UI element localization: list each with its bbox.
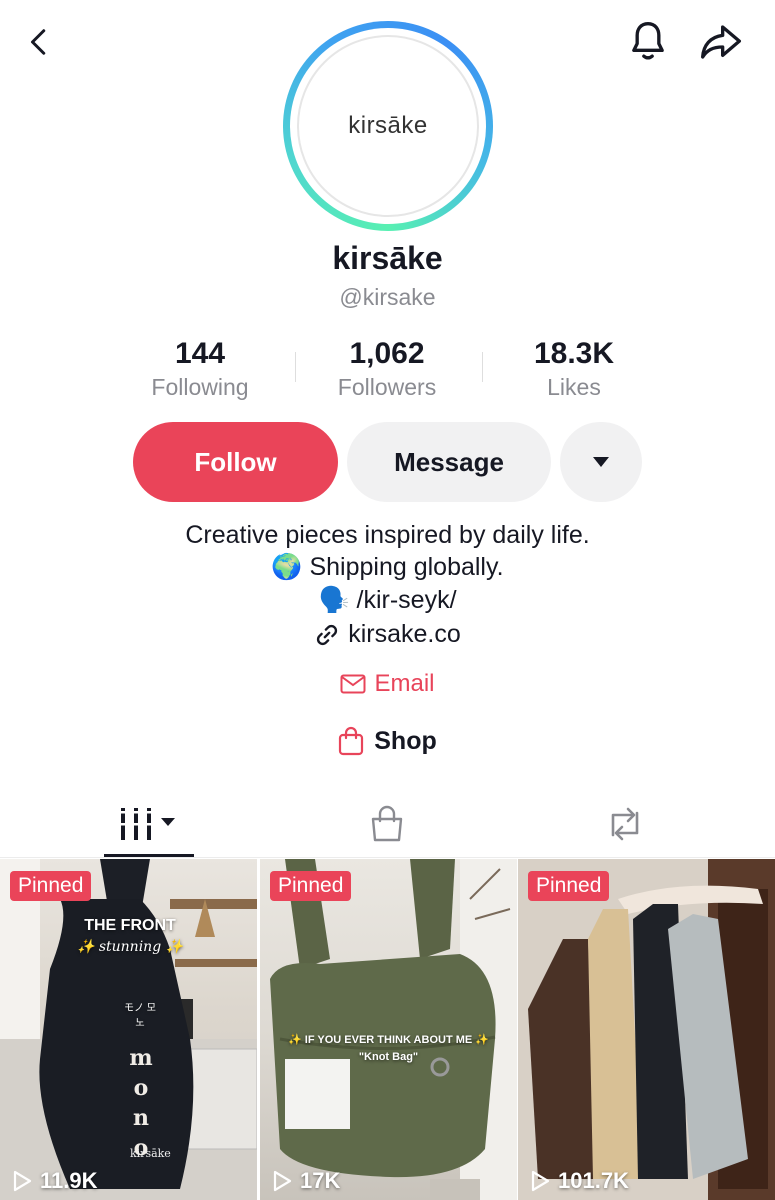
avatar-frame: kirsāke (290, 28, 486, 224)
display-name: kirsāke (332, 240, 443, 276)
follow-button[interactable]: Follow (133, 422, 338, 502)
shop-button[interactable]: Shop (0, 726, 775, 756)
stat-following[interactable]: 144 Following (110, 336, 290, 402)
view-count: 17K (272, 1168, 340, 1194)
shopping-bag-icon (371, 805, 403, 842)
likes-label: Likes (547, 374, 601, 400)
avatar: kirsāke (297, 35, 479, 217)
envelope-icon (340, 674, 366, 694)
video-caption: ✨ stunning ✨ (76, 939, 184, 955)
more-options-button[interactable] (560, 422, 642, 502)
bell-icon (632, 21, 664, 60)
view-count: 11.9K (12, 1168, 98, 1194)
bio-line: 🌍 Shipping globally. (271, 553, 504, 581)
play-icon (273, 1170, 292, 1192)
bag-label-small: モノ 모노 (124, 1003, 156, 1029)
bag-brand-label: kirsāke (130, 1147, 171, 1160)
pinned-badge: Pinned (528, 871, 610, 901)
stat-likes[interactable]: 18.3K Likes (484, 336, 664, 402)
play-icon (13, 1170, 32, 1192)
stat-divider (295, 352, 296, 382)
video-caption: ✨ IF YOU EVER THINK ABOUT ME ✨ (288, 1034, 489, 1046)
video-thumbnail (518, 859, 775, 1200)
email-button[interactable]: Email (0, 670, 775, 698)
share-arrow-icon (701, 25, 741, 59)
tab-shop[interactable] (258, 792, 516, 856)
tab-reposts[interactable] (496, 792, 754, 856)
bio-line: 🗣️ /kir-seyk/ (318, 586, 457, 614)
grid-icon (119, 808, 175, 840)
video-caption: "Knot Bag" (358, 1051, 419, 1063)
caret-down-icon (593, 457, 609, 467)
tabs-divider (0, 857, 775, 858)
pinned-badge: Pinned (270, 871, 352, 901)
view-count: 101.7K (530, 1168, 629, 1194)
back-button[interactable] (16, 18, 64, 66)
chevron-left-icon (31, 29, 46, 55)
shop-label: Shop (374, 726, 437, 755)
view-count-text: 101.7K (558, 1168, 629, 1193)
repost-icon (611, 807, 639, 841)
tab-videos[interactable] (20, 792, 278, 856)
stat-followers[interactable]: 1,062 Followers (297, 336, 477, 402)
username: @kirsake (339, 284, 436, 310)
message-button[interactable]: Message (347, 422, 551, 502)
video-tile[interactable]: Pinned 101.7K (518, 859, 775, 1200)
notification-bell-button[interactable] (624, 18, 672, 66)
bio-line: Creative pieces inspired by daily life. (185, 521, 590, 549)
website-link[interactable]: kirsake.co (0, 620, 775, 649)
email-label: Email (374, 670, 435, 697)
view-count-text: 17K (300, 1168, 341, 1193)
video-tile[interactable]: ✨ IF YOU EVER THINK ABOUT ME ✨ "Knot Bag… (260, 859, 517, 1200)
share-button[interactable] (697, 18, 745, 66)
pinned-badge: Pinned (10, 871, 92, 901)
link-icon (317, 624, 338, 645)
following-count: 144 (174, 337, 226, 370)
avatar-ring[interactable]: kirsāke (283, 21, 493, 231)
followers-count: 1,062 (349, 337, 425, 370)
view-count-text: 11.9K (40, 1168, 98, 1193)
video-tile[interactable]: THE FRONT ✨ stunning ✨ モノ 모노 mono kirsāk… (0, 859, 257, 1200)
video-thumbnail (270, 859, 517, 1200)
followers-label: Followers (337, 374, 437, 400)
video-caption: THE FRONT (84, 917, 176, 934)
likes-count: 18.3K (533, 337, 615, 370)
play-icon (531, 1170, 550, 1192)
following-label: Following (151, 374, 249, 400)
stat-divider (482, 352, 483, 382)
shopping-bag-icon (339, 726, 364, 756)
website-link-text: kirsake.co (348, 620, 461, 648)
